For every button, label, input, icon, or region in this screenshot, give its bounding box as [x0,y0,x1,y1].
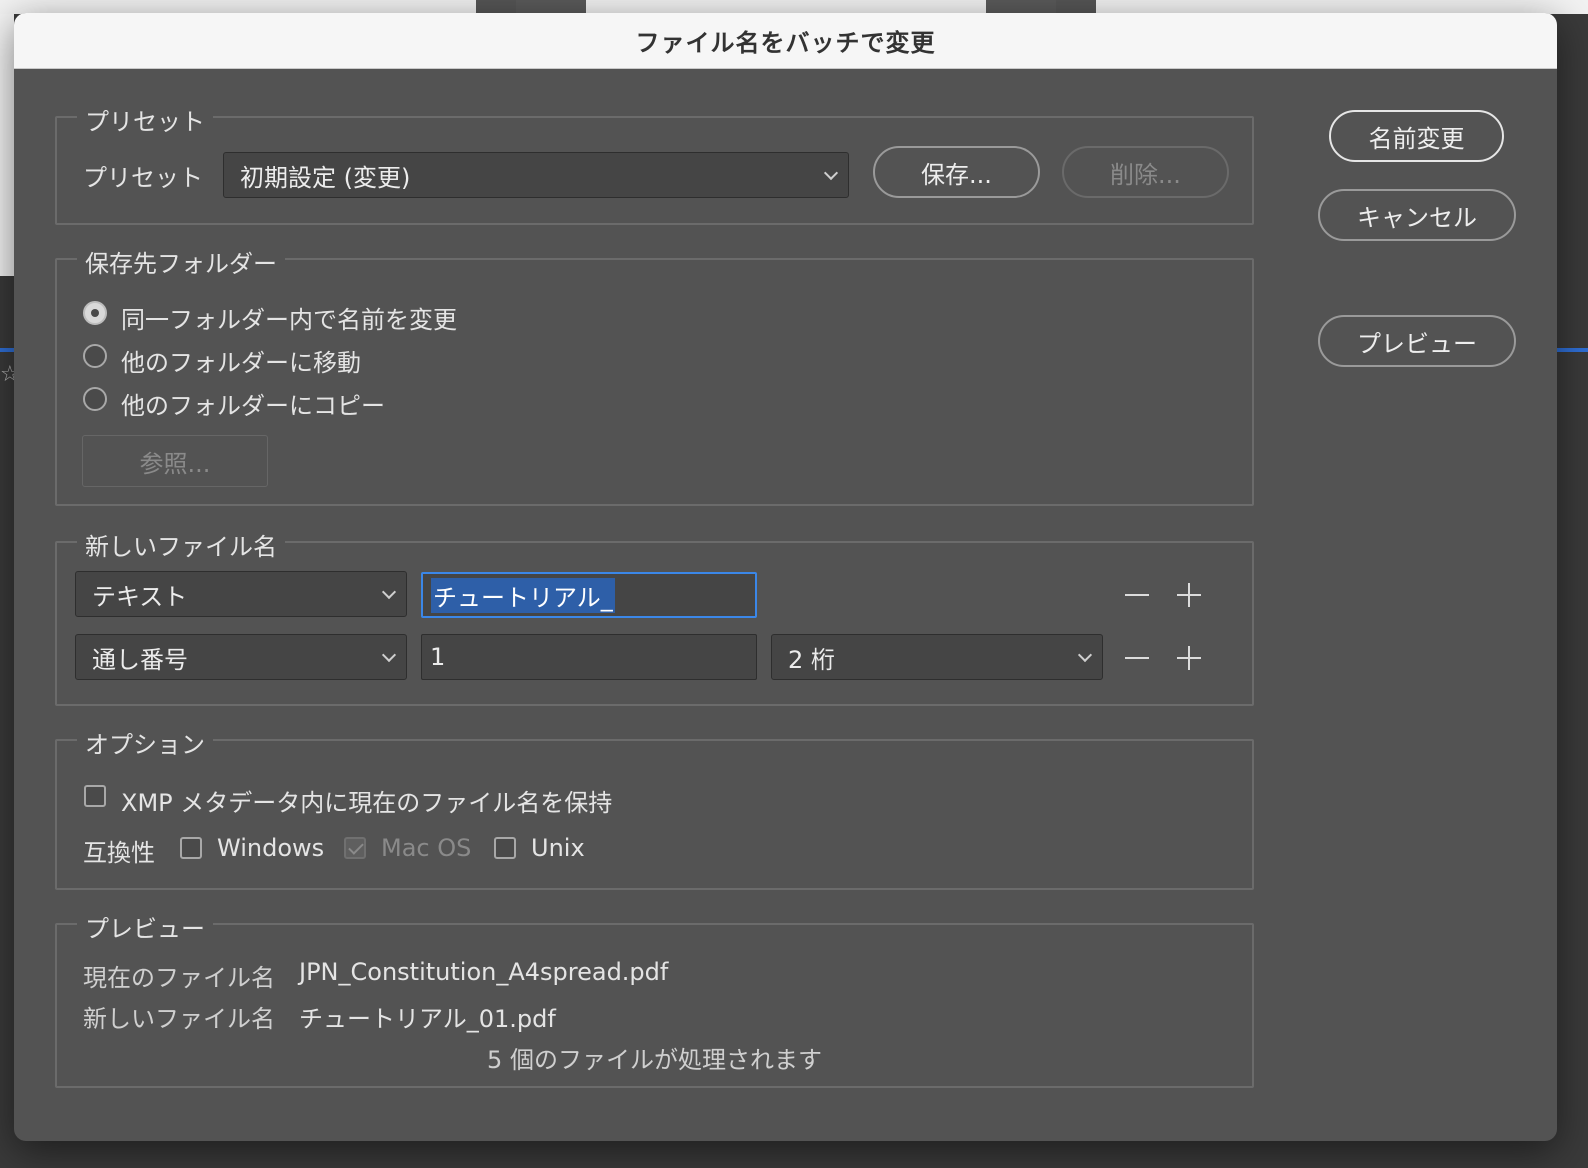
preview-group: プレビュー 現在のファイル名 JPN_Constitution_A4spread… [55,909,1254,1088]
browse-button[interactable]: 参照... [82,435,268,487]
delete-preset-button[interactable]: 削除... [1062,146,1229,198]
preset-legend: プリセット [77,102,213,137]
current-filename-value: JPN_Constitution_A4spread.pdf [299,958,669,986]
save-preset-button[interactable]: 保存... [873,146,1040,198]
preview-button[interactable]: プレビュー [1318,315,1516,367]
chevron-down-icon [381,647,397,663]
background-thumbnail [476,0,516,14]
windows-checkbox[interactable] [180,837,202,859]
row2-digits-select[interactable]: 2 桁 [771,634,1103,680]
options-group: オプション XMP メタデータ内に現在のファイル名を保持 互換性 Windows… [55,725,1254,890]
background-thumbnail [516,0,586,14]
background-selection-line [1557,348,1588,352]
chevron-down-icon [823,165,839,181]
row1-add-icon[interactable] [1175,581,1203,609]
cancel-button[interactable]: キャンセル [1318,189,1516,241]
chevron-down-icon [381,584,397,600]
row2-remove-icon[interactable] [1123,644,1151,672]
new-filename-group: 新しいファイル名 テキスト チュートリアル_ 通し番号 1 2 桁 [55,527,1254,706]
radio-move-folder-label[interactable]: 他のフォルダーに移動 [121,343,361,378]
new-filename-value: チュートリアル_01.pdf [299,1005,556,1033]
new-filename-label: 新しいファイル名 [83,1005,275,1033]
destination-folder-group: 保存先フォルダー 同一フォルダー内で名前を変更 他のフォルダーに移動 他のフォル… [55,244,1254,506]
row1-text-input[interactable]: チュートリアル_ [421,572,757,618]
xmp-checkbox-label[interactable]: XMP メタデータ内に現在のファイル名を保持 [121,783,612,818]
chevron-down-icon [1077,647,1093,663]
options-legend: オプション [77,725,213,760]
file-count-text: 5 個のファイルが処理されます [487,1046,822,1074]
preview-legend: プレビュー [77,909,213,944]
preset-label: プリセット [83,164,203,192]
row1-remove-icon[interactable] [1123,581,1151,609]
row1-type-value: テキスト [92,582,188,611]
row1-type-select[interactable]: テキスト [75,571,407,617]
windows-checkbox-label[interactable]: Windows [217,834,324,862]
row2-digits-value: 2 桁 [788,645,835,674]
row2-type-value: 通し番号 [92,645,188,674]
unix-checkbox-label[interactable]: Unix [531,834,585,862]
background-thumbnail [986,0,1056,14]
radio-copy-folder[interactable] [83,387,107,411]
row2-add-icon[interactable] [1175,644,1203,672]
radio-same-folder[interactable] [83,301,107,325]
row2-type-select[interactable]: 通し番号 [75,634,407,680]
unix-checkbox[interactable] [494,837,516,859]
background-app-strip [0,0,1588,14]
background-thumbnail [1056,0,1096,14]
row2-number-value: 1 [430,643,446,671]
xmp-checkbox[interactable] [84,785,106,807]
background-selection-line [0,348,14,352]
dialog-title: ファイル名をバッチで変更 [635,29,936,57]
macos-checkbox [344,837,366,859]
batch-rename-dialog: ファイル名をバッチで変更 プリセット プリセット 初期設定 (変更) 保存...… [14,13,1557,1141]
preset-select[interactable]: 初期設定 (変更) [223,152,849,198]
preset-select-value: 初期設定 (変更) [240,163,411,192]
macos-checkbox-label: Mac OS [381,834,472,862]
background-page-edge [0,14,14,276]
new-filename-legend: 新しいファイル名 [77,527,285,562]
radio-same-folder-label[interactable]: 同一フォルダー内で名前を変更 [121,300,457,335]
row2-number-input[interactable]: 1 [421,634,757,680]
compatibility-label: 互換性 [83,839,155,867]
destination-legend: 保存先フォルダー [77,244,285,279]
row1-text-value: チュートリアル_ [431,577,615,613]
current-filename-label: 現在のファイル名 [83,964,275,992]
title-bar: ファイル名をバッチで変更 [14,13,1557,69]
radio-copy-folder-label[interactable]: 他のフォルダーにコピー [121,386,385,421]
rename-button[interactable]: 名前変更 [1329,110,1504,162]
preset-group: プリセット プリセット 初期設定 (変更) 保存... 削除... [55,102,1254,225]
radio-move-folder[interactable] [83,344,107,368]
